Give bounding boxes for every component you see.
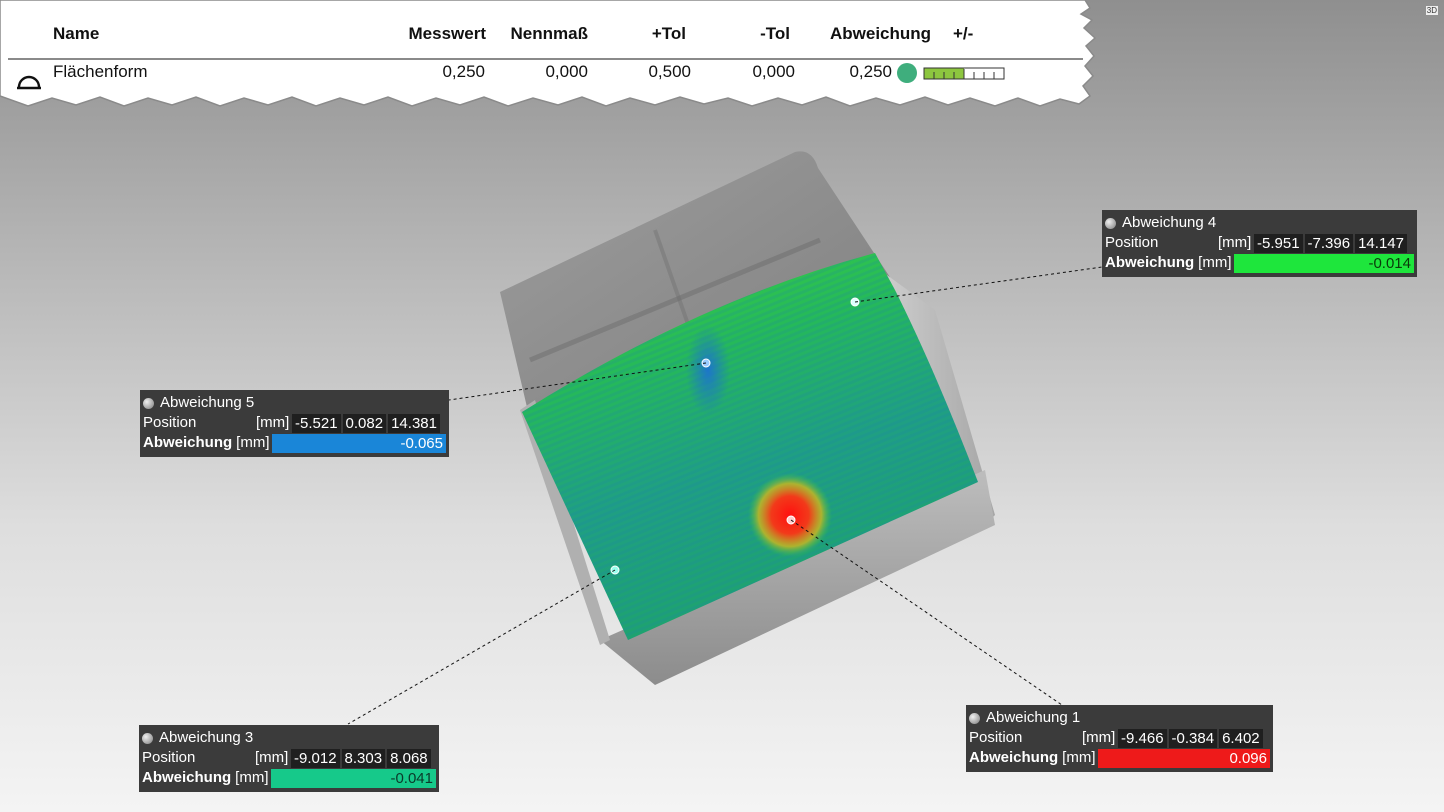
measurement-report-table: Name Messwert Nennmaß +Tol -Tol Abweichu… bbox=[0, 0, 1100, 112]
deviation-tag-3[interactable]: Abweichung 3 Position [mm] -9.012 8.303 … bbox=[139, 725, 439, 792]
status-indicator bbox=[897, 63, 917, 83]
tag-title: Abweichung 3 bbox=[159, 729, 254, 746]
position-z: 14.147 bbox=[1355, 233, 1407, 253]
position-x: -5.951 bbox=[1254, 233, 1303, 253]
deviation-tag-1[interactable]: Abweichung 1 Position [mm] -9.466 -0.384… bbox=[966, 705, 1273, 772]
header-nominal: Nennmaß bbox=[510, 24, 588, 43]
position-x: -5.521 bbox=[292, 413, 341, 433]
tag-title: Abweichung 5 bbox=[160, 394, 255, 411]
row-deviation: 0,250 bbox=[849, 62, 892, 81]
header-measured: Messwert bbox=[408, 24, 486, 43]
deviation-label: Abweichung bbox=[1105, 254, 1195, 271]
point-marker-icon bbox=[1105, 217, 1116, 229]
position-label: Position bbox=[143, 414, 197, 431]
position-y: -0.384 bbox=[1168, 728, 1218, 748]
point-marker-icon bbox=[142, 732, 153, 744]
position-label: Position bbox=[1105, 234, 1159, 251]
deviation-value: -0.041 bbox=[270, 768, 436, 788]
view-mode-badge[interactable]: 3D bbox=[1425, 6, 1438, 15]
point-marker-icon bbox=[143, 397, 154, 409]
row-nominal: 0,000 bbox=[545, 62, 588, 81]
position-unit: [mm] bbox=[256, 414, 290, 431]
deviation-label: Abweichung bbox=[142, 769, 232, 786]
deviation-tag-4[interactable]: Abweichung 4 Position [mm] -5.951 -7.396… bbox=[1102, 210, 1417, 277]
position-label: Position bbox=[142, 749, 196, 766]
position-x: -9.466 bbox=[1118, 728, 1167, 748]
deviation-value: -0.065 bbox=[271, 433, 446, 453]
position-z: 14.381 bbox=[388, 413, 440, 433]
position-x: -9.012 bbox=[291, 748, 340, 768]
deviation-label: Abweichung bbox=[969, 749, 1059, 766]
deviation-value: 0.096 bbox=[1097, 748, 1270, 768]
position-y: 8.303 bbox=[341, 748, 386, 768]
header-plus-tol: +Tol bbox=[651, 24, 686, 43]
row-plus-tol: 0,500 bbox=[648, 62, 691, 81]
position-y: 0.082 bbox=[342, 413, 387, 433]
row-name: Flächenform bbox=[53, 62, 148, 81]
position-label: Position bbox=[969, 729, 1023, 746]
deviation-tag-5[interactable]: Abweichung 5 Position [mm] -5.521 0.082 … bbox=[140, 390, 449, 457]
deviation-unit: [mm] bbox=[236, 434, 270, 451]
tag-title: Abweichung 4 bbox=[1122, 214, 1217, 231]
position-y: -7.396 bbox=[1304, 233, 1354, 253]
header-minus-tol: -Tol bbox=[760, 24, 790, 43]
deviation-unit: [mm] bbox=[1062, 749, 1096, 766]
deviation-unit: [mm] bbox=[235, 769, 269, 786]
deviation-unit: [mm] bbox=[1198, 254, 1232, 271]
deviation-value: -0.014 bbox=[1233, 253, 1414, 273]
point-marker-icon bbox=[969, 712, 980, 724]
position-unit: [mm] bbox=[255, 749, 289, 766]
header-plusminus: +/- bbox=[953, 24, 974, 43]
deviation-label: Abweichung bbox=[143, 434, 233, 451]
row-measured: 0,250 bbox=[442, 62, 485, 81]
position-z: 6.402 bbox=[1219, 728, 1263, 748]
header-deviation: Abweichung bbox=[830, 24, 932, 43]
row-minus-tol: 0,000 bbox=[752, 62, 795, 81]
position-unit: [mm] bbox=[1218, 234, 1252, 251]
position-unit: [mm] bbox=[1082, 729, 1116, 746]
tag-title: Abweichung 1 bbox=[986, 709, 1081, 726]
header-name: Name bbox=[53, 24, 100, 43]
position-z: 8.068 bbox=[387, 748, 431, 768]
